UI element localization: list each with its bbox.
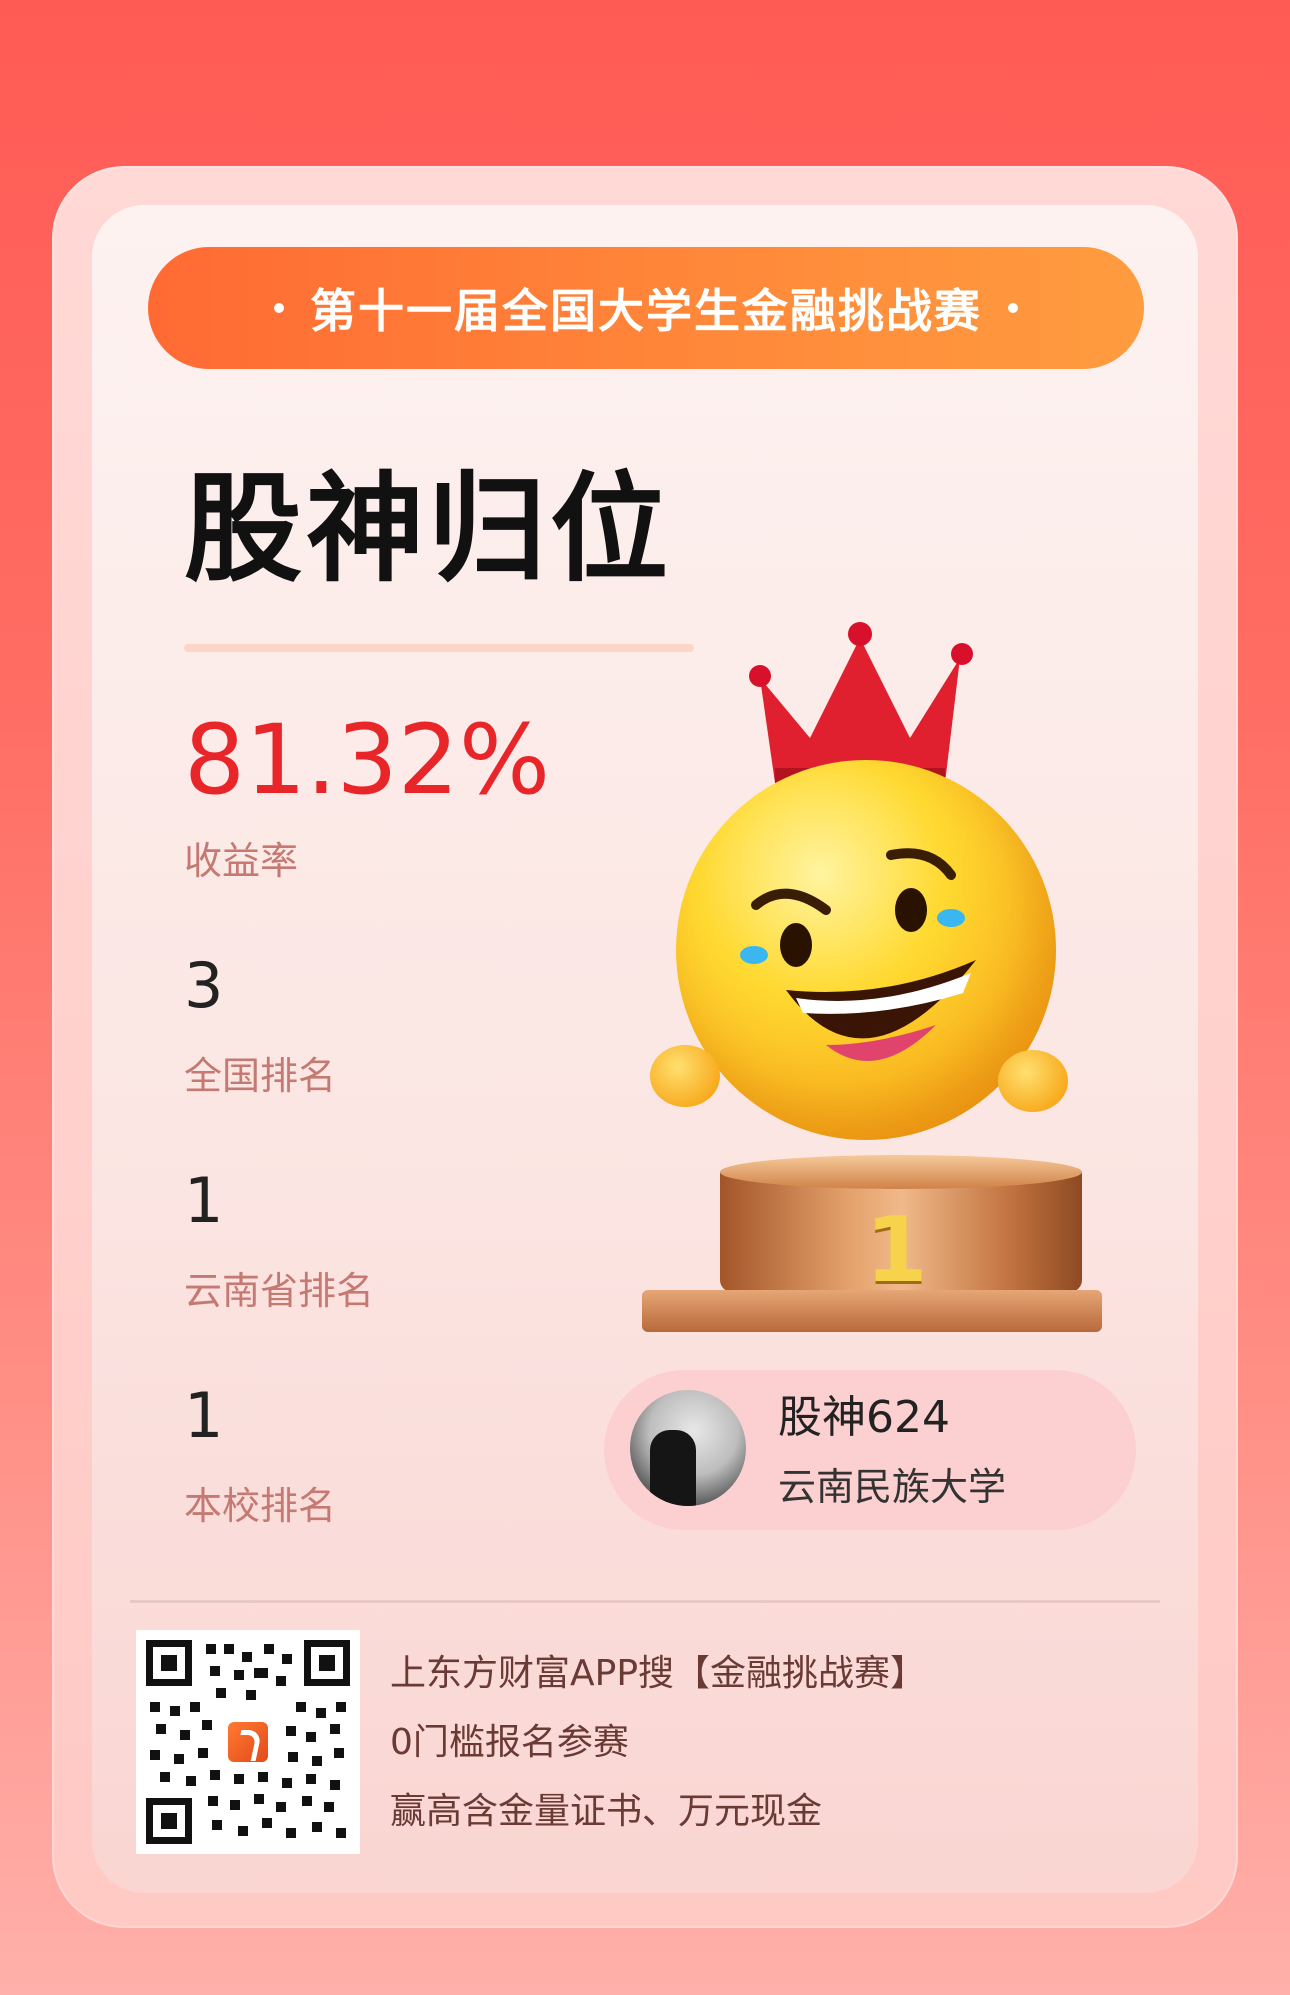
divider [130, 1600, 1160, 1603]
promo-line-3: 赢高含金量证书、万元现金 [390, 1791, 823, 1832]
province-rank-value: 1 [184, 1164, 224, 1237]
page-title: 股神归位 [184, 460, 673, 598]
profile-school: 云南民族大学 [778, 1465, 1007, 1509]
qr-code-icon[interactable] [136, 1630, 360, 1854]
podium-top [720, 1155, 1082, 1189]
qr-finder-bottom-left [146, 1798, 192, 1844]
mascot-illustration: 1 [630, 610, 1110, 1332]
yield-value: 81.32% [184, 704, 551, 816]
eastmoney-logo-icon [224, 1718, 272, 1766]
promo-line-2: 0门槛报名参赛 [390, 1722, 629, 1763]
province-rank-label: 云南省排名 [184, 1269, 375, 1313]
banner-title: 第十一届全国大学生金融挑战赛 [310, 284, 982, 338]
school-rank-label: 本校排名 [184, 1484, 337, 1528]
competition-banner: 第十一届全国大学生金融挑战赛 [148, 247, 1144, 369]
banner-dot-right [1008, 303, 1018, 313]
qr-finder-top-right [304, 1640, 350, 1686]
avatar-figure [650, 1430, 696, 1506]
national-rank-label: 全国排名 [184, 1054, 337, 1098]
left-hand-icon [650, 1045, 720, 1107]
avatar [630, 1390, 746, 1506]
school-rank-value: 1 [184, 1379, 224, 1452]
podium-rank-number: 1 [865, 1198, 928, 1303]
yield-label: 收益率 [184, 839, 299, 883]
national-rank-value: 3 [184, 949, 224, 1022]
profile-name: 股神624 [778, 1392, 950, 1443]
qr-finder-top-left [146, 1640, 192, 1686]
title-underline [184, 644, 694, 652]
banner-dot-left [274, 303, 284, 313]
right-hand-icon [998, 1050, 1068, 1112]
promo-line-1: 上东方财富APP搜【金融挑战赛】 [390, 1653, 927, 1694]
